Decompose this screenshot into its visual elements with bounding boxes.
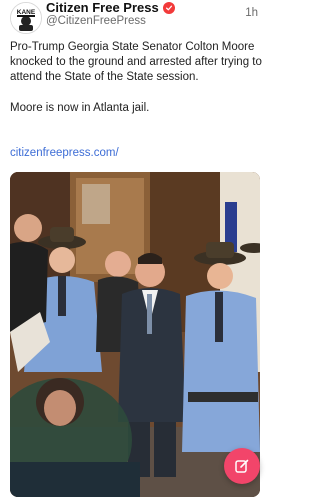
post-paragraph: Moore is now in Atlanta jail. [10, 102, 150, 114]
author-display-name[interactable]: Citizen Free Press [46, 0, 159, 15]
post-card[interactable]: KANE Citizen Free Press @CitizenFreePres… [0, 0, 270, 500]
compose-button[interactable] [224, 448, 260, 484]
post-paragraph: Pro-Trump Georgia State Senator Colton M… [10, 41, 262, 83]
post-link[interactable]: citizenfreepress.com/ [10, 147, 119, 159]
avatar-text: KANE [17, 9, 36, 16]
author-avatar[interactable]: KANE [10, 2, 42, 34]
kane-logo-icon: KANE [11, 3, 41, 33]
arrest-scene-image [10, 172, 260, 497]
post-text: Pro-Trump Georgia State Senator Colton M… [10, 40, 262, 132]
author-handle[interactable]: @CitizenFreePress [46, 15, 146, 27]
post-media-photo[interactable] [10, 172, 260, 497]
compose-icon [235, 459, 249, 473]
post-timestamp: 1h [245, 7, 258, 19]
verified-badge-icon [162, 1, 175, 14]
